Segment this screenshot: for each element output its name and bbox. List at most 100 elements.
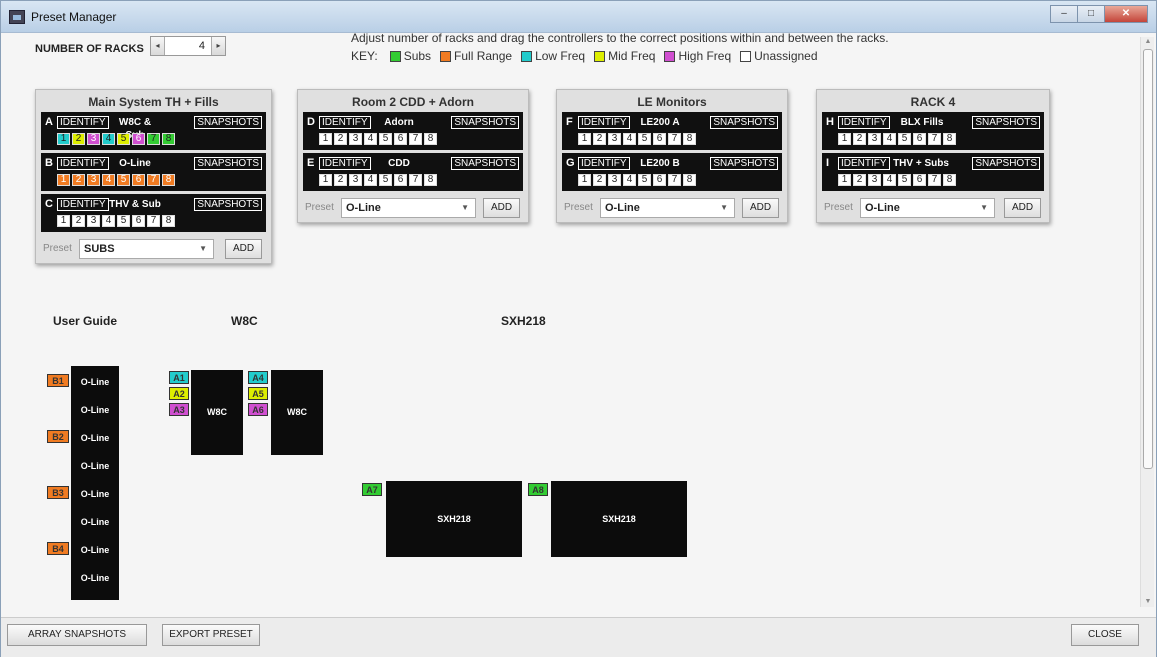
- array-snapshots-button[interactable]: ARRAY SNAPSHOTS: [7, 624, 147, 646]
- minimize-button[interactable]: –: [1050, 5, 1078, 23]
- channel-button[interactable]: 8: [943, 174, 956, 186]
- user-guide-tag[interactable]: B1: [47, 374, 69, 387]
- controller-f[interactable]: F IDENTIFY LE200 A SNAPSHOTS 1 2 3 4 5 6…: [562, 112, 782, 150]
- scrollbar-thumb[interactable]: [1143, 49, 1153, 469]
- channel-button[interactable]: 7: [668, 174, 681, 186]
- decrement-racks-button[interactable]: ◂: [151, 37, 165, 55]
- snapshots-button[interactable]: SNAPSHOTS: [972, 157, 1040, 170]
- channel-button[interactable]: 3: [608, 133, 621, 145]
- channel-button[interactable]: 2: [853, 133, 866, 145]
- close-button[interactable]: CLOSE: [1071, 624, 1139, 646]
- sxh218-tag[interactable]: A8: [528, 483, 548, 496]
- controller-c[interactable]: C IDENTIFY THV & Sub SNAPSHOTS 1 2 3 4 5…: [41, 194, 266, 232]
- channel-button[interactable]: 7: [147, 133, 160, 145]
- increment-racks-button[interactable]: ▸: [211, 37, 225, 55]
- channel-button[interactable]: 2: [853, 174, 866, 186]
- channel-button[interactable]: 2: [593, 133, 606, 145]
- channel-button[interactable]: 6: [394, 174, 407, 186]
- channel-button[interactable]: 5: [638, 133, 651, 145]
- channel-button[interactable]: 4: [883, 133, 896, 145]
- identify-button[interactable]: IDENTIFY: [57, 116, 109, 129]
- scroll-down-icon[interactable]: ▼: [1143, 598, 1153, 606]
- sxh218-device[interactable]: SXH218: [551, 481, 687, 557]
- user-guide-cell[interactable]: O-Line: [71, 545, 119, 555]
- user-guide-cell[interactable]: O-Line: [71, 377, 119, 387]
- channel-button[interactable]: 8: [943, 133, 956, 145]
- snapshots-button[interactable]: SNAPSHOTS: [710, 116, 778, 129]
- channel-button[interactable]: 6: [394, 133, 407, 145]
- preset-dropdown[interactable]: O-Line ▼: [600, 198, 735, 218]
- channel-button[interactable]: 4: [623, 133, 636, 145]
- channel-button[interactable]: 7: [147, 174, 160, 186]
- channel-button[interactable]: 1: [319, 133, 332, 145]
- identify-button[interactable]: IDENTIFY: [838, 116, 890, 129]
- user-guide-cell[interactable]: O-Line: [71, 405, 119, 415]
- user-guide-tag[interactable]: B3: [47, 486, 69, 499]
- w8c-tag[interactable]: A2: [169, 387, 189, 400]
- channel-button[interactable]: 4: [883, 174, 896, 186]
- channel-button[interactable]: 3: [87, 133, 100, 145]
- channel-button[interactable]: 6: [913, 174, 926, 186]
- channel-button[interactable]: 7: [409, 174, 422, 186]
- channel-button[interactable]: 5: [117, 174, 130, 186]
- controller-i[interactable]: I IDENTIFY THV + Subs SNAPSHOTS 1 2 3 4 …: [822, 153, 1044, 191]
- user-guide-column[interactable]: [71, 366, 119, 600]
- add-button[interactable]: ADD: [483, 198, 520, 218]
- channel-button[interactable]: 6: [132, 174, 145, 186]
- add-button[interactable]: ADD: [1004, 198, 1041, 218]
- channel-button[interactable]: 3: [349, 133, 362, 145]
- channel-button[interactable]: 8: [424, 174, 437, 186]
- vertical-scrollbar[interactable]: ▲ ▼: [1140, 37, 1154, 607]
- channel-button[interactable]: 6: [653, 174, 666, 186]
- channel-button[interactable]: 4: [364, 133, 377, 145]
- controller-h[interactable]: H IDENTIFY BLX Fills SNAPSHOTS 1 2 3 4 5…: [822, 112, 1044, 150]
- channel-button[interactable]: 4: [102, 133, 115, 145]
- add-button[interactable]: ADD: [225, 239, 262, 259]
- channel-button[interactable]: 3: [608, 174, 621, 186]
- channel-button[interactable]: 6: [653, 133, 666, 145]
- w8c-device[interactable]: W8C: [271, 370, 323, 455]
- identify-button[interactable]: IDENTIFY: [57, 157, 109, 170]
- snapshots-button[interactable]: SNAPSHOTS: [710, 157, 778, 170]
- snapshots-button[interactable]: SNAPSHOTS: [194, 198, 262, 211]
- channel-button[interactable]: 5: [117, 215, 130, 227]
- channel-button[interactable]: 8: [162, 133, 175, 145]
- channel-button[interactable]: 2: [72, 215, 85, 227]
- channel-button[interactable]: 4: [102, 215, 115, 227]
- close-window-button[interactable]: ✕: [1104, 5, 1148, 23]
- controller-b[interactable]: B IDENTIFY O-Line SNAPSHOTS 1 2 3 4 5 6 …: [41, 153, 266, 191]
- channel-button[interactable]: 2: [334, 133, 347, 145]
- channel-button[interactable]: 7: [928, 133, 941, 145]
- channel-button[interactable]: 2: [72, 133, 85, 145]
- snapshots-button[interactable]: SNAPSHOTS: [194, 157, 262, 170]
- channel-button[interactable]: 8: [424, 133, 437, 145]
- identify-button[interactable]: IDENTIFY: [319, 157, 371, 170]
- identify-button[interactable]: IDENTIFY: [838, 157, 890, 170]
- controller-d[interactable]: D IDENTIFY Adorn SNAPSHOTS 1 2 3 4 5 6 7…: [303, 112, 523, 150]
- preset-dropdown[interactable]: SUBS ▼: [79, 239, 214, 259]
- user-guide-tag[interactable]: B4: [47, 542, 69, 555]
- channel-button[interactable]: 2: [593, 174, 606, 186]
- w8c-tag[interactable]: A3: [169, 403, 189, 416]
- channel-button[interactable]: 4: [364, 174, 377, 186]
- channel-button[interactable]: 6: [132, 133, 145, 145]
- channel-button[interactable]: 1: [57, 133, 70, 145]
- add-button[interactable]: ADD: [742, 198, 779, 218]
- user-guide-tag[interactable]: B2: [47, 430, 69, 443]
- channel-button[interactable]: 8: [683, 133, 696, 145]
- channel-button[interactable]: 3: [87, 215, 100, 227]
- w8c-device[interactable]: W8C: [191, 370, 243, 455]
- channel-button[interactable]: 3: [349, 174, 362, 186]
- channel-button[interactable]: 5: [379, 133, 392, 145]
- w8c-tag[interactable]: A1: [169, 371, 189, 384]
- channel-button[interactable]: 3: [868, 133, 881, 145]
- channel-button[interactable]: 1: [57, 174, 70, 186]
- channel-button[interactable]: 4: [623, 174, 636, 186]
- channel-button[interactable]: 1: [578, 133, 591, 145]
- w8c-tag[interactable]: A5: [248, 387, 268, 400]
- channel-button[interactable]: 5: [117, 133, 130, 145]
- sxh218-device[interactable]: SXH218: [386, 481, 522, 557]
- user-guide-cell[interactable]: O-Line: [71, 461, 119, 471]
- maximize-button[interactable]: □: [1077, 5, 1105, 23]
- identify-button[interactable]: IDENTIFY: [57, 198, 109, 211]
